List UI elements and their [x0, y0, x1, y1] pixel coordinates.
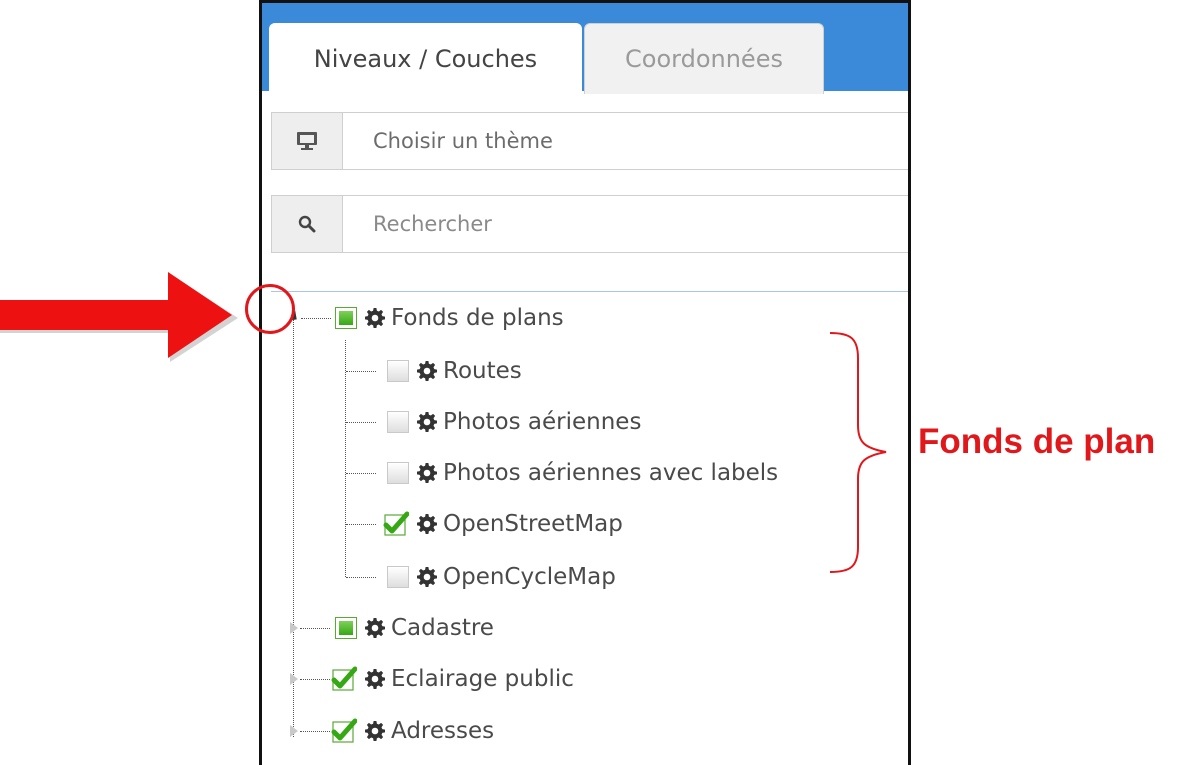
expand-toggle-eclairage[interactable]	[290, 673, 298, 685]
gear-icon[interactable]	[365, 308, 385, 328]
checkbox-photos-aeriennes[interactable]	[387, 411, 409, 433]
checkbox-photos-aeriennes-labels[interactable]	[387, 462, 409, 484]
gear-icon[interactable]	[417, 514, 437, 534]
expand-toggle-cadastre[interactable]	[290, 622, 298, 634]
search-box	[271, 195, 908, 253]
gear-icon[interactable]	[417, 463, 437, 483]
node-label: Cadastre	[391, 615, 494, 641]
tree-connector	[346, 371, 376, 372]
gear-icon[interactable]	[417, 361, 437, 381]
tree-connector-children	[345, 340, 346, 577]
checkbox-fonds-de-plans[interactable]	[335, 307, 357, 329]
node-label: Photos aériennes	[443, 409, 642, 435]
theme-selector[interactable]: Choisir un thème	[271, 112, 908, 170]
tree-connector	[346, 422, 376, 423]
curly-brace-annotation	[829, 332, 887, 573]
checkbox-cadastre[interactable]	[335, 617, 357, 639]
tab-coordinates[interactable]: Coordonnées	[584, 23, 824, 94]
layer-panel: Niveaux / Couches Coordonnées Choisir un…	[259, 0, 911, 765]
red-arrow-annotation	[0, 272, 238, 362]
tree-connector	[300, 679, 330, 680]
tree-connector	[300, 731, 330, 732]
gear-icon[interactable]	[417, 567, 437, 587]
node-label: OpenCycleMap	[443, 564, 616, 590]
tree-node-opencyclemap: OpenCycleMap	[387, 557, 616, 597]
tree-node-photos-aeriennes-labels: Photos aériennes avec labels	[387, 453, 778, 493]
checkbox-routes[interactable]	[387, 360, 409, 382]
tree-connector	[346, 577, 376, 578]
gear-icon[interactable]	[365, 618, 385, 638]
red-circle-annotation	[245, 284, 295, 334]
checkbox-opencyclemap[interactable]	[387, 566, 409, 588]
node-label: Adresses	[391, 718, 495, 744]
tree-node-fonds-de-plans: Fonds de plans	[335, 298, 564, 338]
node-label: Routes	[443, 358, 522, 384]
tab-layers[interactable]: Niveaux / Couches	[269, 23, 582, 94]
tree-border	[271, 291, 908, 292]
expand-toggle-adresses[interactable]	[290, 725, 298, 737]
tree-node-cadastre: Cadastre	[335, 608, 494, 648]
annotation-label: Fonds de plan	[918, 422, 1156, 461]
tree-node-photos-aeriennes: Photos aériennes	[387, 402, 641, 442]
gear-icon[interactable]	[365, 721, 385, 741]
node-label: Eclairage public	[391, 666, 574, 692]
node-label: Photos aériennes avec labels	[443, 460, 779, 486]
checkbox-adresses[interactable]	[331, 718, 357, 744]
node-label: OpenStreetMap	[443, 511, 623, 537]
checkbox-eclairage-public[interactable]	[331, 666, 357, 692]
tree-connector	[301, 318, 331, 319]
search-icon	[272, 196, 343, 252]
panel-header: Niveaux / Couches Coordonnées	[262, 0, 908, 94]
checkbox-openstreetmap[interactable]	[383, 511, 409, 537]
monitor-icon	[272, 113, 343, 169]
tree-connector	[300, 628, 330, 629]
tree-connector	[346, 524, 376, 525]
tree-node-openstreetmap: OpenStreetMap	[383, 504, 623, 544]
node-label: Fonds de plans	[391, 305, 564, 331]
gear-icon[interactable]	[417, 412, 437, 432]
tree-node-routes: Routes	[387, 351, 522, 391]
tree-node-adresses: Adresses	[331, 711, 494, 751]
tree-connector	[346, 473, 376, 474]
search-input[interactable]	[343, 196, 908, 252]
gear-icon[interactable]	[365, 669, 385, 689]
tree-node-eclairage-public: Eclairage public	[331, 659, 574, 699]
theme-placeholder: Choisir un thème	[373, 129, 553, 153]
